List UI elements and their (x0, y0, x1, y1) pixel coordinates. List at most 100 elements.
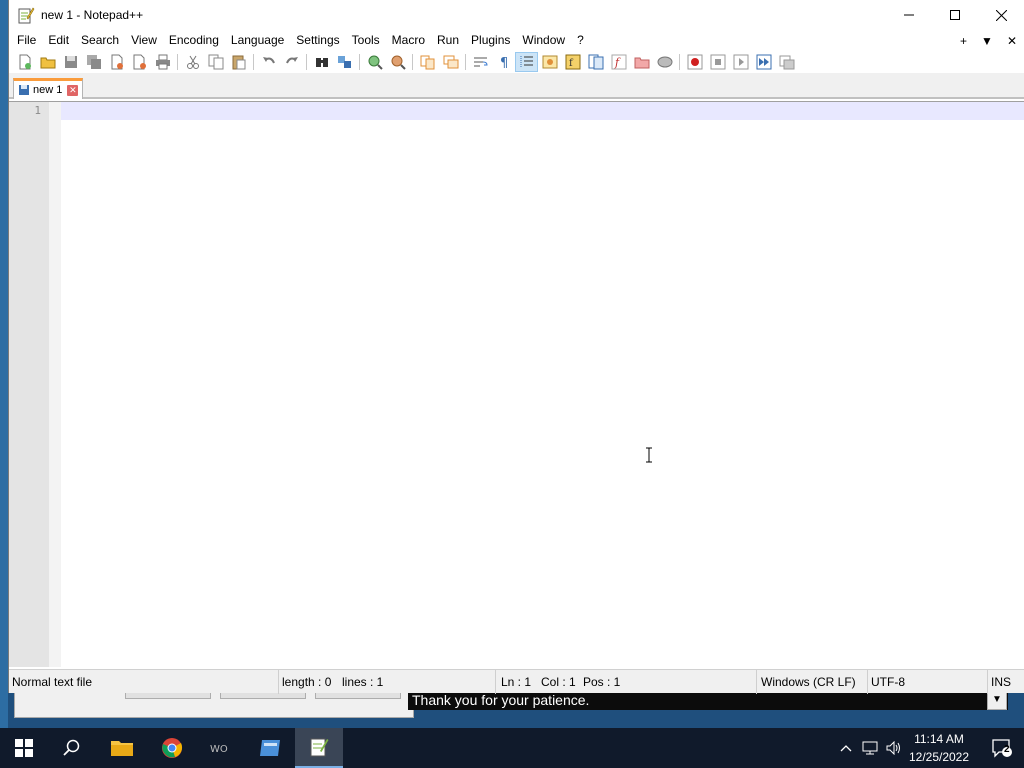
new-file-button[interactable] (13, 52, 36, 72)
menu-edit[interactable]: Edit (42, 30, 75, 51)
run-macro-multiple-button[interactable] (752, 52, 775, 72)
app-button[interactable]: WO (197, 728, 245, 768)
menu-run[interactable]: Run (431, 30, 465, 51)
file-saved-icon (19, 85, 29, 95)
file-explorer-button[interactable] (98, 728, 146, 768)
indent-guide-button[interactable] (515, 52, 538, 72)
zoom-in-icon (368, 55, 383, 70)
menu-settings[interactable]: Settings (290, 30, 345, 51)
tab-list-button[interactable]: ▼ (974, 34, 1000, 48)
text-editor[interactable] (61, 102, 1024, 667)
zoom-out-button[interactable] (386, 52, 409, 72)
stop-macro-button[interactable] (706, 52, 729, 72)
search-icon (63, 739, 80, 756)
chrome-button[interactable] (148, 728, 196, 768)
menu-view[interactable]: View (125, 30, 163, 51)
replace-icon (337, 56, 351, 68)
status-length: length : 0 (282, 675, 332, 689)
word-wrap-button[interactable] (469, 52, 492, 72)
save-button[interactable] (59, 52, 82, 72)
zoom-in-button[interactable] (363, 52, 386, 72)
fold-margin[interactable] (49, 102, 61, 667)
user-language-button[interactable] (538, 52, 561, 72)
sync-horizontal-button[interactable] (439, 52, 462, 72)
minimize-button[interactable] (886, 0, 932, 30)
clock[interactable]: 11:14 AM 12/25/2022 (900, 730, 978, 766)
paste-button[interactable] (227, 52, 250, 72)
tab-new-1[interactable]: new 1 ✕ (13, 78, 83, 99)
toolbar-separator (359, 54, 360, 70)
function-list-panel-button[interactable]: f (607, 52, 630, 72)
copy-button[interactable] (204, 52, 227, 72)
word-wrap-icon (473, 57, 488, 67)
status-file-type: Normal text file (9, 670, 279, 694)
close-document-button[interactable]: ✕ (1000, 34, 1024, 48)
action-center-button[interactable]: 2 (980, 728, 1024, 768)
menu-encoding[interactable]: Encoding (163, 30, 225, 51)
text-cursor-icon (646, 447, 652, 463)
record-icon (687, 54, 702, 70)
play-macro-button[interactable] (729, 52, 752, 72)
chrome-icon (162, 738, 183, 758)
undo-button[interactable] (257, 52, 280, 72)
monitoring-button[interactable] (653, 52, 676, 72)
toolbar-separator (465, 54, 466, 70)
record-macro-button[interactable] (683, 52, 706, 72)
function-list-icon: f (565, 54, 580, 70)
save-macro-icon (779, 55, 794, 70)
windows-logo-icon (15, 739, 33, 757)
menu-search[interactable]: Search (75, 30, 125, 51)
menu-help[interactable]: ? (571, 30, 590, 51)
editor-area[interactable]: 1 (9, 101, 1024, 667)
replace-button[interactable] (333, 52, 356, 72)
svg-text:¶: ¶ (500, 56, 508, 70)
title-bar[interactable]: new 1 - Notepad++ (9, 0, 1024, 30)
print-button[interactable] (151, 52, 174, 72)
cut-button[interactable] (181, 52, 204, 72)
find-button[interactable] (310, 52, 333, 72)
document-map-button[interactable] (584, 52, 607, 72)
save-all-button[interactable] (82, 52, 105, 72)
redo-button[interactable] (280, 52, 303, 72)
pilcrow-icon: ¶ (500, 56, 508, 70)
menu-tools[interactable]: Tools (346, 30, 386, 51)
show-hidden-icons-button[interactable] (836, 728, 856, 768)
start-button[interactable] (0, 728, 48, 768)
close-all-button[interactable] (128, 52, 151, 72)
menu-plugins[interactable]: Plugins (465, 30, 516, 51)
new-tab-button[interactable]: + (953, 34, 974, 48)
network-button[interactable] (860, 728, 880, 768)
close-all-icon (133, 54, 146, 70)
close-button[interactable] (978, 0, 1024, 30)
notepadpp-app-icon (17, 6, 35, 24)
search-button[interactable] (48, 728, 96, 768)
notification-count: 2 (1004, 744, 1010, 755)
clock-time: 11:14 AM (914, 732, 964, 746)
sync-vertical-button[interactable] (416, 52, 439, 72)
monitoring-icon (657, 56, 672, 68)
folder-icon (111, 741, 133, 756)
new-file-icon (19, 54, 31, 70)
menu-macro[interactable]: Macro (386, 30, 431, 51)
taskbar: WO 11:14 AM 12/25/2022 2 (0, 728, 1024, 768)
show-all-characters-button[interactable]: ¶ (492, 52, 515, 72)
function-list-button[interactable]: f (561, 52, 584, 72)
svg-text:WO: WO (210, 744, 228, 755)
remote-desktop-button[interactable] (246, 728, 294, 768)
close-button-tb[interactable] (105, 52, 128, 72)
menu-file[interactable]: File (11, 30, 42, 51)
menu-window[interactable]: Window (516, 30, 571, 51)
tab-close-icon[interactable]: ✕ (67, 84, 79, 96)
open-file-button[interactable] (36, 52, 59, 72)
network-icon (862, 741, 878, 755)
save-macro-button[interactable] (775, 52, 798, 72)
menu-language[interactable]: Language (225, 30, 290, 51)
sync-horizontal-icon (443, 55, 458, 69)
maximize-button[interactable] (932, 0, 978, 30)
tab-bar: new 1 ✕ (9, 73, 1024, 99)
copy-icon (208, 54, 223, 70)
folder-as-workspace-button[interactable] (630, 52, 653, 72)
notepadpp-taskbar-button[interactable] (295, 728, 343, 768)
tab-label: new 1 (33, 84, 63, 96)
status-ln: Ln : 1 (501, 675, 532, 689)
